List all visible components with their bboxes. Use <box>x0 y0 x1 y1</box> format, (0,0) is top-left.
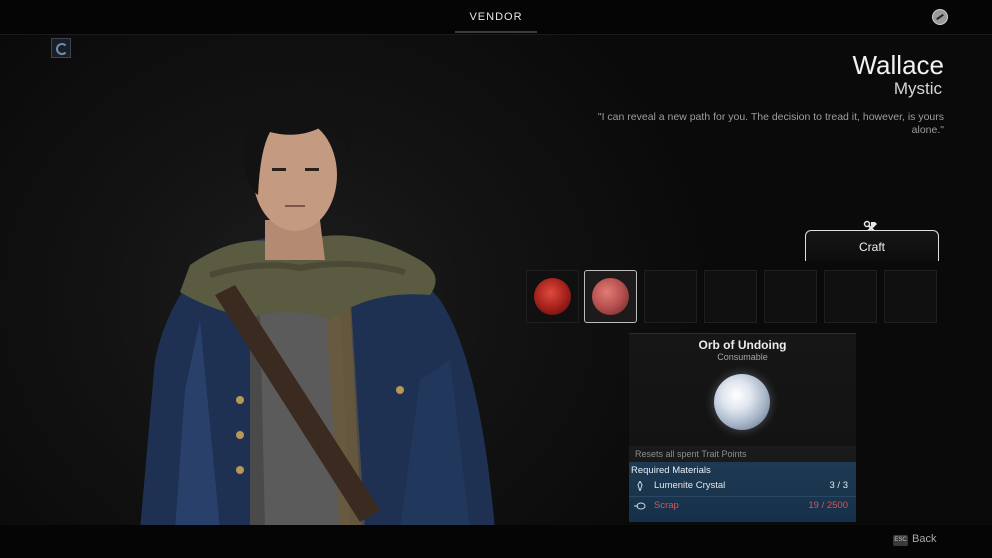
item-name: Orb of Undoing <box>698 338 787 352</box>
top-bar: VENDOR 19 <box>0 0 992 35</box>
item-detail-panel: Orb of Undoing Consumable Resets all spe… <box>629 333 856 522</box>
material-qty: 19 / 2500 <box>808 500 848 511</box>
vendor-character-portrait <box>140 85 495 530</box>
orb-of-undoing-icon <box>714 374 770 430</box>
materials-heading: Required Materials <box>631 465 711 476</box>
material-name: Lumenite Crystal <box>654 480 726 491</box>
esc-key-icon: ESC <box>893 535 908 546</box>
crimson-orb-icon <box>592 278 629 315</box>
item-slot[interactable] <box>526 270 579 323</box>
item-slot-row <box>526 270 940 324</box>
lumenite-crystal-icon <box>637 481 643 491</box>
material-qty: 3 / 3 <box>829 480 849 491</box>
item-slot-empty[interactable] <box>704 270 757 323</box>
item-slot-selected[interactable] <box>584 270 637 323</box>
tab-vendor-label: VENDOR <box>469 11 523 23</box>
required-materials: Required Materials Lumenite Crystal 3 / … <box>629 462 856 522</box>
item-slot-empty[interactable] <box>884 270 937 323</box>
vendor-emblem-icon <box>51 38 71 58</box>
bottom-bar <box>0 525 992 558</box>
relic-coin-icon <box>932 9 948 25</box>
vendor-name: Wallace <box>852 50 944 80</box>
item-type: Consumable <box>717 352 768 362</box>
craft-button[interactable]: Craft <box>805 230 939 261</box>
item-slot-empty[interactable] <box>764 270 817 323</box>
red-crystal-orb-icon <box>534 278 571 315</box>
material-row: Scrap 19 / 2500 <box>629 497 856 515</box>
item-slot-empty[interactable] <box>644 270 697 323</box>
material-name: Scrap <box>654 500 679 511</box>
vendor-quote: "I can reveal a new path for you. The de… <box>597 111 944 136</box>
tab-vendor[interactable]: VENDOR <box>455 0 537 33</box>
tab-active-indicator <box>455 31 537 33</box>
item-slot-empty[interactable] <box>824 270 877 323</box>
material-row: Lumenite Crystal 3 / 3 <box>629 477 856 495</box>
back-button[interactable]: Back <box>912 533 936 545</box>
scrap-icon <box>634 502 646 510</box>
item-description: Resets all spent Trait Points <box>629 446 856 462</box>
vendor-role: Mystic <box>893 79 942 98</box>
